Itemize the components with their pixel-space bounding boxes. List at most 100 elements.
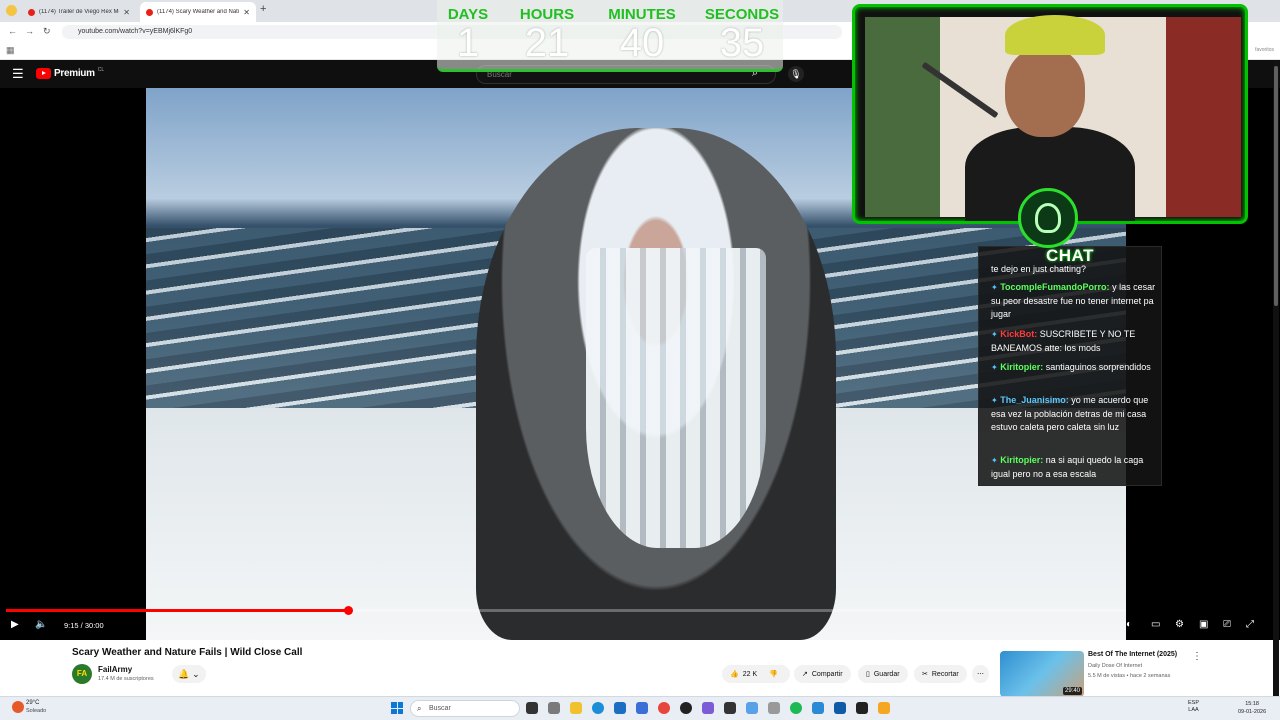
widgets-icon[interactable] — [548, 702, 560, 714]
file-explorer-icon[interactable] — [570, 702, 582, 714]
miniplayer-icon[interactable]: ▣ — [1199, 619, 1208, 630]
microphone-icon[interactable]: 🎙 — [788, 66, 804, 82]
country-code: CL — [97, 66, 105, 73]
weather-temperature: 29°C — [26, 700, 40, 706]
channel-avatar[interactable]: FA — [72, 664, 92, 684]
system-clock[interactable]: 15:18 09-01-2026 — [1238, 700, 1266, 716]
chat-badge-icon: ✦ — [991, 283, 998, 292]
search-icon: ⌕ — [417, 704, 422, 713]
autoplay-toggle-icon[interactable]: ◐ — [1126, 619, 1132, 630]
app-icon[interactable] — [834, 702, 846, 714]
discord-icon[interactable] — [702, 702, 714, 714]
settings-icon[interactable]: ⚙ — [1175, 619, 1184, 630]
app-icon[interactable] — [768, 702, 780, 714]
bookmark-icon: ▯ — [866, 671, 870, 678]
apps-icon[interactable]: ▦ — [6, 45, 15, 56]
countdown-seconds: SECONDS 35 — [703, 6, 781, 63]
language-bottom: LAA — [1188, 707, 1199, 713]
channel-name[interactable]: FailArmy — [98, 665, 132, 674]
clip-button[interactable]: ✂ Recortar — [914, 665, 967, 683]
screen: (1174) Tráiler de Viego Rex Mo... ✕ (117… — [0, 0, 1280, 720]
chat-badge-icon: ✦ — [991, 456, 998, 465]
share-icon: ↗ — [802, 671, 808, 678]
chat-badge-icon: ✦ — [991, 330, 998, 339]
terminal-icon[interactable] — [724, 702, 736, 714]
close-tab-icon[interactable]: ✕ — [243, 8, 250, 17]
share-button[interactable]: ↗ Compartir — [794, 665, 851, 683]
thumbs-up-icon: 👍 — [730, 671, 739, 678]
suggested-channel[interactable]: Daily Dose Of Internet — [1088, 663, 1142, 669]
youtube-play-icon — [36, 68, 51, 79]
app-icon[interactable] — [636, 702, 648, 714]
app-icon[interactable] — [746, 702, 758, 714]
windows-start-icon[interactable] — [391, 702, 403, 714]
youtube-favicon-icon — [146, 8, 153, 16]
volume-icon[interactable]: 🔈 — [35, 619, 47, 630]
more-actions-button[interactable]: ⋯ — [972, 665, 989, 683]
webcam-streamer-hat — [1005, 15, 1105, 55]
app-icon[interactable] — [812, 702, 824, 714]
save-label: Guardar — [873, 670, 900, 678]
clock-time: 15:18 — [1245, 701, 1259, 707]
notification-bell-button[interactable]: 🔔 ⌄ — [172, 665, 206, 683]
save-button[interactable]: ▯ Guardar — [858, 665, 908, 683]
forward-icon[interactable]: → — [25, 26, 34, 36]
tab-viego[interactable]: (1174) Tráiler de Viego Rex Mo... ✕ — [22, 2, 136, 22]
clock-date: 09-01-2026 — [1238, 709, 1267, 715]
chat-message: ✦ TocompleFumandoPorro: y las cesar su p… — [991, 281, 1159, 322]
more-options-icon[interactable]: ⋮ — [1192, 651, 1202, 662]
suggested-title[interactable]: Best Of The Internet (2025) — [1088, 651, 1177, 658]
chat-username: KickBot: — [1000, 329, 1038, 339]
like-button[interactable]: 👍 22 K 👎 — [722, 665, 790, 683]
reload-icon[interactable]: ↻ — [43, 26, 51, 37]
time-display: 9:15 / 30:00 — [64, 621, 104, 630]
webcam-streamer-head — [1005, 47, 1085, 137]
thumbs-down-icon[interactable]: 👎 — [769, 670, 778, 678]
store-icon[interactable] — [614, 702, 626, 714]
edge-icon[interactable] — [592, 702, 604, 714]
like-count: 22 K — [742, 670, 758, 678]
scissors-icon: ✂ — [922, 671, 928, 678]
progress-bar[interactable] — [6, 606, 1126, 615]
taskbar-search-input[interactable]: ⌕ Buscar — [410, 700, 520, 717]
tab-title: (1174) Tráiler de Viego Rex Mo... — [39, 9, 120, 15]
subtitles-icon[interactable]: ▭ — [1151, 619, 1160, 630]
play-icon[interactable]: ▶ — [11, 619, 19, 630]
page-scrollbar[interactable] — [1273, 60, 1279, 696]
chrome-icon[interactable] — [658, 702, 670, 714]
chat-message: ✦ Kiritopier: na si aqui quedo la caga i… — [991, 454, 1159, 481]
cast-icon[interactable]: ⎚ — [1223, 619, 1231, 630]
youtube-favicon-icon — [28, 8, 35, 16]
countdown-value: 21 — [524, 21, 570, 65]
countdown-value: 40 — [619, 21, 665, 65]
chat-badge-icon: ✦ — [991, 363, 998, 372]
app-icon[interactable] — [878, 702, 890, 714]
clip-label: Recortar — [931, 670, 959, 678]
app-icon[interactable] — [856, 702, 868, 714]
obs-icon[interactable] — [680, 702, 692, 714]
scrollbar-thumb[interactable] — [1274, 66, 1278, 306]
task-view-icon[interactable] — [526, 702, 538, 714]
suggested-meta: 5.5 M de vistas • hace 2 semanas — [1088, 673, 1171, 679]
countdown-minutes: MINUTES 40 — [603, 6, 681, 63]
weather-icon[interactable] — [12, 701, 24, 713]
spotify-icon[interactable] — [790, 702, 802, 714]
back-icon[interactable]: ← — [8, 26, 17, 36]
bookmarks-label[interactable]: favoritos — [1255, 47, 1274, 53]
chat-username: The_Juanisimo: — [1000, 395, 1069, 405]
countdown-value: 35 — [719, 21, 765, 65]
chat-logo-icon — [1018, 188, 1078, 248]
profile-icon[interactable] — [6, 5, 17, 16]
tab-scary-weather[interactable]: (1174) Scary Weather and Natu... ✕ — [140, 2, 256, 22]
youtube-logo[interactable]: Premium CL — [36, 66, 105, 79]
video-title: Scary Weather and Nature Fails | Wild Cl… — [72, 647, 303, 658]
new-tab-icon[interactable]: + — [260, 3, 266, 15]
close-tab-icon[interactable]: ✕ — [123, 8, 130, 17]
menu-icon[interactable]: ☰ — [12, 66, 24, 82]
language-indicator[interactable]: ESP LAA — [1188, 700, 1199, 714]
chat-badge-icon: ✦ — [991, 396, 998, 405]
chat-username: TocompleFumandoPorro: — [1000, 282, 1110, 292]
suggested-thumbnail[interactable]: 29:40 — [1000, 651, 1084, 697]
fullscreen-icon[interactable]: ⤢ — [1246, 619, 1254, 630]
progress-scrubber[interactable] — [343, 606, 353, 615]
